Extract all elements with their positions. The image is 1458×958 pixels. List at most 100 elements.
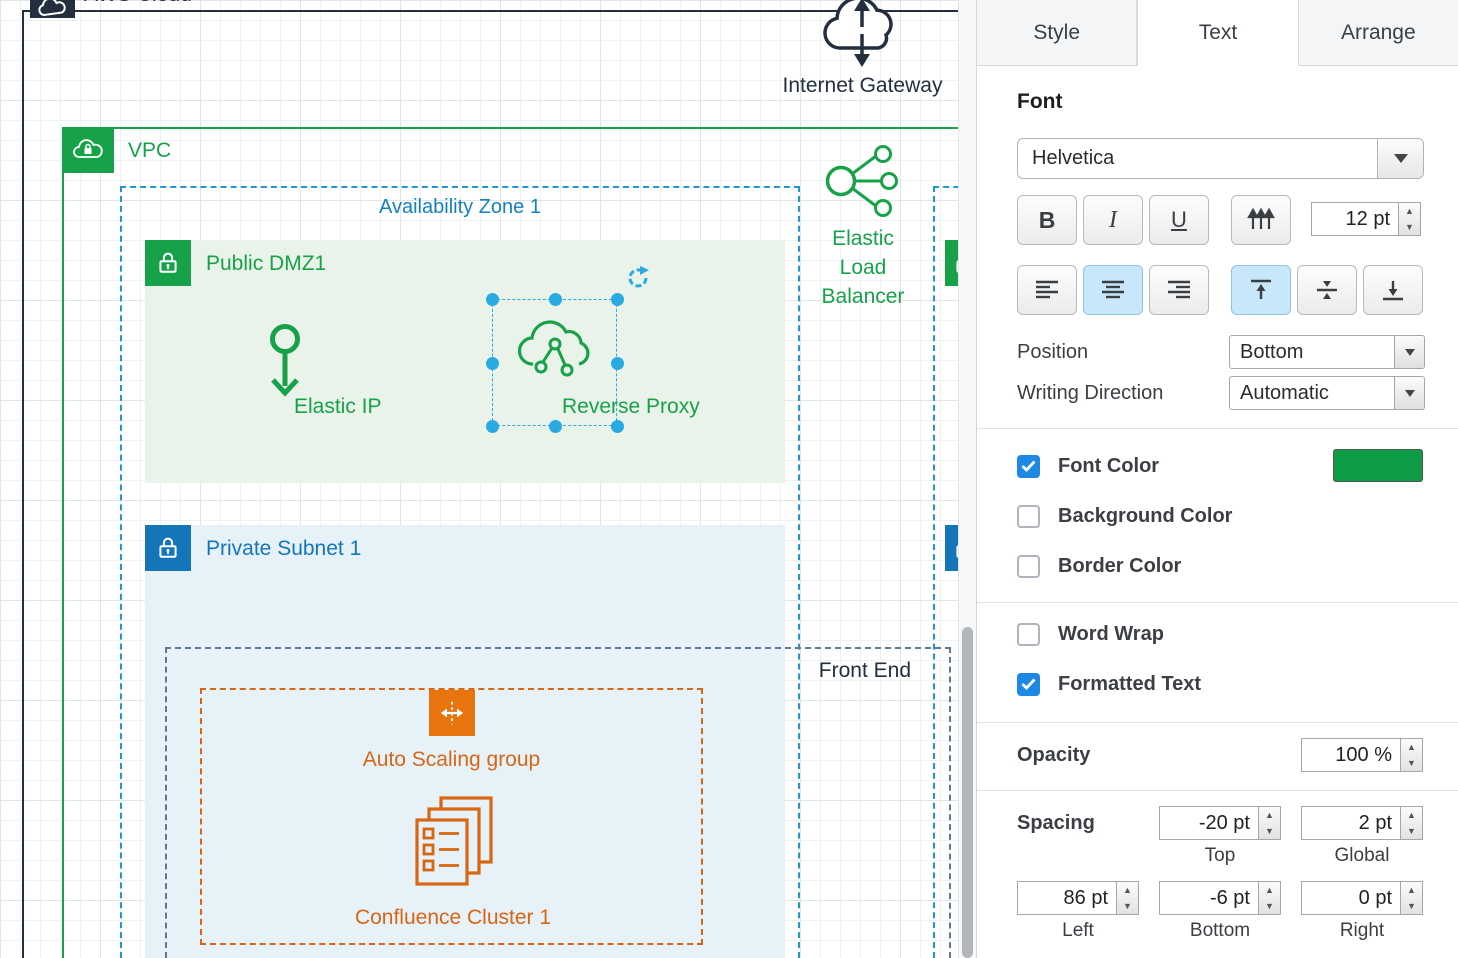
word-wrap-checkbox[interactable]: [1017, 623, 1040, 646]
valign-top-button[interactable]: [1231, 265, 1291, 315]
stepper-up-icon[interactable]: ▲: [1259, 807, 1280, 823]
spacing-global-input[interactable]: 2 pt: [1301, 806, 1401, 840]
spacing-right-stepper[interactable]: ▲ ▼: [1401, 881, 1423, 915]
valign-bottom-button[interactable]: [1363, 265, 1423, 315]
private-subnet-lock-icon[interactable]: [145, 525, 191, 571]
vertical-text-button[interactable]: [1231, 195, 1291, 245]
formatted-text-checkbox[interactable]: [1017, 673, 1040, 696]
underline-button[interactable]: U: [1149, 195, 1209, 245]
border-color-checkbox[interactable]: [1017, 555, 1040, 578]
background-color-checkbox[interactable]: [1017, 505, 1040, 528]
tab-style[interactable]: Style: [977, 0, 1137, 66]
canvas-scrollbar[interactable]: [958, 0, 976, 958]
public-dmz1-label[interactable]: Public DMZ1: [206, 252, 326, 276]
writing-direction-dropdown[interactable]: Automatic: [1229, 376, 1425, 410]
format-panel: Style Text Arrange Font Helvetica B I U: [976, 0, 1458, 958]
align-center-button[interactable]: [1083, 265, 1143, 315]
stepper-down-icon[interactable]: ▼: [1401, 755, 1422, 771]
divider: [977, 722, 1458, 723]
elastic-load-balancer-icon[interactable]: [822, 142, 904, 225]
stepper-down-icon[interactable]: ▼: [1259, 898, 1280, 914]
reverse-proxy-icon[interactable]: [511, 308, 599, 395]
public-subnet-lock-icon[interactable]: [145, 240, 191, 286]
selection-handle-w[interactable]: [486, 357, 499, 370]
spacing-bottom-sublabel: Bottom: [1159, 920, 1281, 942]
aws-cloud-icon[interactable]: [30, 0, 75, 18]
spacing-left-input[interactable]: 86 pt: [1017, 881, 1117, 915]
stepper-down-icon[interactable]: ▼: [1117, 898, 1138, 914]
stepper-down-icon[interactable]: ▼: [1259, 823, 1280, 839]
position-dropdown-button[interactable]: [1394, 336, 1424, 368]
opacity-input[interactable]: 100 %: [1301, 738, 1401, 772]
internet-gateway-icon[interactable]: [815, 0, 909, 73]
opacity-stepper[interactable]: ▲ ▼: [1401, 738, 1423, 772]
stepper-down-icon[interactable]: ▼: [1401, 823, 1422, 839]
font-family-dropdown-button[interactable]: [1377, 139, 1423, 178]
auto-scaling-icon[interactable]: [429, 690, 475, 736]
spacing-global-stepper[interactable]: ▲ ▼: [1401, 806, 1423, 840]
vpc-icon[interactable]: [62, 127, 114, 173]
spacing-top-sublabel: Top: [1159, 845, 1281, 867]
align-right-button[interactable]: [1149, 265, 1209, 315]
selection-handle-e[interactable]: [611, 357, 624, 370]
background-color-label: Background Color: [1058, 505, 1232, 528]
stepper-down-icon[interactable]: ▼: [1401, 898, 1422, 914]
font-family-dropdown[interactable]: Helvetica: [1017, 138, 1424, 179]
diagram-canvas[interactable]: AWS Cloud Internet Gateway VPC Availabil…: [0, 0, 976, 958]
stepper-up-icon[interactable]: ▲: [1259, 882, 1280, 898]
reverse-proxy-label[interactable]: Reverse Proxy: [562, 395, 700, 419]
scrollbar-thumb[interactable]: [962, 627, 973, 958]
position-dropdown[interactable]: Bottom: [1229, 335, 1425, 369]
tab-arrange[interactable]: Arrange: [1299, 0, 1458, 66]
vpc-label[interactable]: VPC: [128, 139, 171, 163]
availability-zone-1-label[interactable]: Availability Zone 1: [122, 196, 798, 219]
selection-handle-ne[interactable]: [611, 293, 624, 306]
font-color-swatch[interactable]: [1333, 449, 1423, 482]
valign-middle-icon: [1314, 278, 1340, 302]
selection-handle-sw[interactable]: [486, 420, 499, 433]
align-left-button[interactable]: [1017, 265, 1077, 315]
spacing-top-input[interactable]: -20 pt: [1159, 806, 1259, 840]
stepper-up-icon[interactable]: ▲: [1399, 203, 1420, 219]
spacing-bottom-stepper[interactable]: ▲ ▼: [1259, 881, 1281, 915]
font-color-checkbox[interactable]: [1017, 455, 1040, 478]
stepper-down-icon[interactable]: ▼: [1399, 219, 1420, 235]
tab-text[interactable]: Text: [1137, 0, 1298, 66]
public-dmz1-subnet[interactable]: Public DMZ1: [145, 240, 785, 483]
confluence-cluster-icon[interactable]: [409, 796, 497, 897]
writing-direction-dropdown-button[interactable]: [1394, 377, 1424, 409]
stepper-up-icon[interactable]: ▲: [1401, 882, 1422, 898]
confluence-cluster-label[interactable]: Confluence Cluster 1: [330, 906, 576, 930]
spacing-bottom-input[interactable]: -6 pt: [1159, 881, 1259, 915]
spacing-top-stepper[interactable]: ▲ ▼: [1259, 806, 1281, 840]
valign-top-icon: [1248, 278, 1274, 302]
divider: [977, 790, 1458, 791]
bold-button[interactable]: B: [1017, 195, 1077, 245]
word-wrap-label: Word Wrap: [1058, 623, 1164, 646]
rotate-handle-icon[interactable]: [626, 266, 650, 295]
spacing-left-stepper[interactable]: ▲ ▼: [1117, 881, 1139, 915]
stepper-up-icon[interactable]: ▲: [1401, 807, 1422, 823]
stepper-up-icon[interactable]: ▲: [1401, 739, 1422, 755]
private-subnet-1-label[interactable]: Private Subnet 1: [206, 537, 361, 561]
spacing-right-input[interactable]: 0 pt: [1301, 881, 1401, 915]
auto-scaling-group-label[interactable]: Auto Scaling group: [202, 748, 701, 772]
elastic-load-balancer-label[interactable]: Elastic Load Balancer: [798, 224, 928, 311]
spacing-left-sublabel: Left: [1017, 920, 1139, 942]
internet-gateway-label[interactable]: Internet Gateway: [755, 74, 970, 98]
check-icon: [1021, 678, 1036, 690]
valign-middle-button[interactable]: [1297, 265, 1357, 315]
front-end-label[interactable]: Front End: [819, 659, 911, 683]
elastic-ip-label[interactable]: Elastic IP: [294, 395, 382, 419]
cloud-lock-glyph: [70, 136, 106, 164]
selection-handle-s[interactable]: [549, 420, 562, 433]
italic-button[interactable]: I: [1083, 195, 1143, 245]
font-size-stepper[interactable]: ▲ ▼: [1399, 202, 1421, 236]
selection-handle-se[interactable]: [611, 420, 624, 433]
selection-handle-n[interactable]: [549, 293, 562, 306]
align-center-icon: [1100, 279, 1126, 301]
selection-handle-nw[interactable]: [486, 293, 499, 306]
font-size-input[interactable]: 12 pt: [1311, 202, 1399, 236]
stepper-up-icon[interactable]: ▲: [1117, 882, 1138, 898]
aws-cloud-label[interactable]: AWS Cloud: [84, 0, 192, 7]
